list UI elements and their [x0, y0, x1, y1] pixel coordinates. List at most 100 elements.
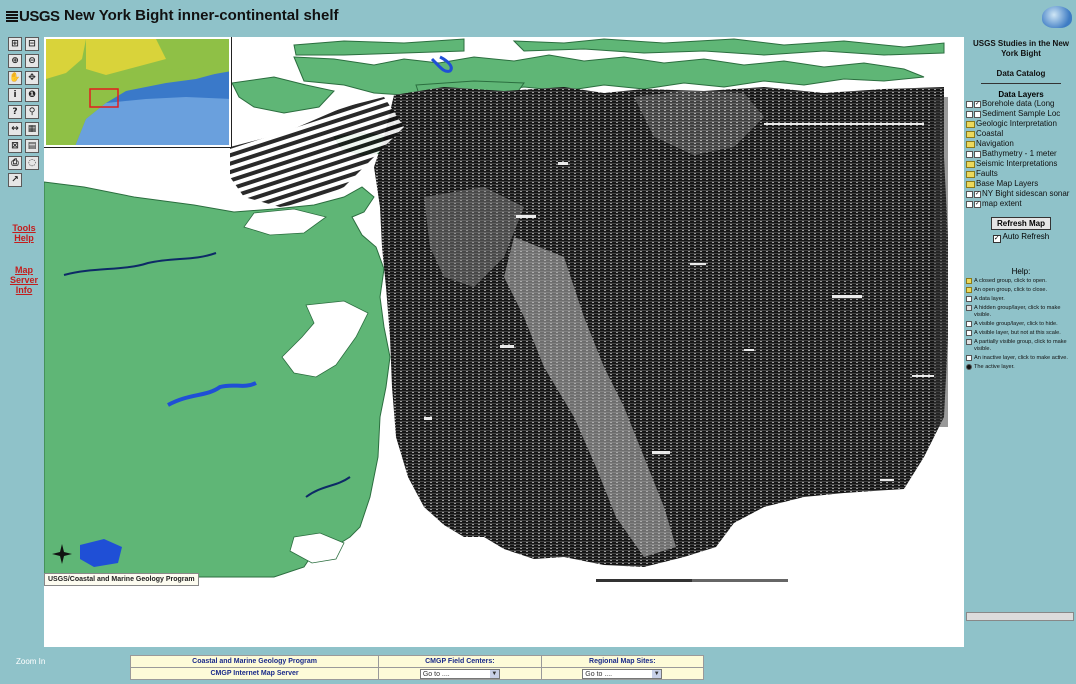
- checkbox-icon[interactable]: ✓: [992, 235, 1001, 243]
- zoom-last-tool[interactable]: ⊖: [25, 54, 39, 68]
- layer-label[interactable]: Faults: [976, 169, 998, 179]
- land-barrier-isles: [293, 38, 945, 56]
- find-tool[interactable]: ⚲: [25, 105, 39, 119]
- folder-icon[interactable]: [966, 160, 975, 168]
- query-tool[interactable]: ?: [8, 105, 22, 119]
- layer-list: ✓ Borehole data (Long Sediment Sample Loc G…: [966, 99, 1076, 209]
- print-tool[interactable]: ⎙: [8, 156, 22, 170]
- help-item-text: A visible group/layer, click to hide.: [974, 321, 1058, 327]
- layer-label[interactable]: Sediment Sample Loc: [982, 109, 1060, 119]
- help-item: A hidden group/layer, click to make visi…: [966, 305, 1076, 319]
- zoom-in-tool[interactable]: ⊞: [8, 37, 22, 51]
- help-item: A visible group/layer, click to hide.: [966, 321, 1076, 328]
- layer-icon[interactable]: [966, 150, 973, 158]
- select-tool[interactable]: ▦: [25, 122, 39, 136]
- visibility-checkbox[interactable]: ✓: [974, 190, 981, 198]
- folder-icon[interactable]: [966, 140, 975, 148]
- usgs-logo[interactable]: USGS: [6, 8, 60, 25]
- visibility-checkbox[interactable]: [974, 150, 981, 158]
- measure-tool[interactable]: ↔: [8, 122, 22, 136]
- globe-icon: [1042, 6, 1072, 28]
- layer-icon[interactable]: [966, 200, 973, 208]
- layer-label[interactable]: Base Map Layers: [976, 179, 1038, 189]
- help-legend-icon: [966, 305, 972, 311]
- layer-row[interactable]: Faults: [966, 169, 1076, 179]
- layer-label[interactable]: Geologic Interpretation: [976, 119, 1057, 129]
- folder-icon[interactable]: [966, 180, 975, 188]
- help-item-text: A partially visible group, click to make…: [974, 339, 1067, 352]
- visibility-checkbox[interactable]: ✓: [974, 100, 981, 108]
- folder-icon[interactable]: [966, 170, 975, 178]
- layer-label[interactable]: map extent: [982, 199, 1022, 209]
- help-item-text: The active layer.: [974, 364, 1015, 370]
- visibility-checkbox[interactable]: ✓: [974, 200, 981, 208]
- buffer-tool[interactable]: ◌: [25, 156, 39, 170]
- usgs-logo-icon: [6, 10, 18, 22]
- layer-row[interactable]: ✓ Borehole data (Long: [966, 99, 1076, 109]
- header-bar: USGS New York Bight inner-continental sh…: [0, 0, 1076, 34]
- help-item-text: An open group, click to close.: [974, 287, 1048, 293]
- layer-label[interactable]: Borehole data (Long: [982, 99, 1055, 109]
- map-server-info-link[interactable]: Map Server Info: [8, 265, 40, 295]
- field-centers-label: CMGP Field Centers:: [378, 655, 542, 668]
- dropdown-arrow-icon[interactable]: ▼: [652, 669, 662, 678]
- layer-row[interactable]: Geologic Interpretation: [966, 119, 1076, 129]
- sonar-edge: [934, 97, 948, 427]
- layer-label[interactable]: Bathymetry - 1 meter: [982, 149, 1057, 159]
- layer-row[interactable]: ✓ NY Bight sidescan sonar: [966, 189, 1076, 199]
- data-catalog-heading: Data Catalog: [996, 69, 1046, 78]
- cmgp-link[interactable]: Coastal and Marine Geology Program: [129, 655, 380, 668]
- help-legend-icon: [966, 339, 972, 345]
- zoom-full-tool[interactable]: ⊕: [8, 54, 22, 68]
- panel-horizontal-scrollbar[interactable]: [966, 612, 1074, 621]
- zoom-out-tool[interactable]: ⊟: [25, 37, 39, 51]
- north-arrow-icon: [52, 544, 72, 564]
- identify-tool[interactable]: i: [8, 88, 22, 102]
- clear-tool[interactable]: ⊠: [8, 139, 22, 153]
- visibility-checkbox[interactable]: [974, 110, 981, 118]
- layer-icon[interactable]: [966, 100, 973, 108]
- legend-tool[interactable]: ▤: [25, 139, 39, 153]
- help-item-text: A data layer.: [974, 296, 1005, 302]
- layer-row[interactable]: Seismic Interpretations: [966, 159, 1076, 169]
- help-item-text: A closed group, click to open.: [974, 278, 1047, 284]
- usgs-logo-text: USGS: [19, 8, 60, 25]
- regional-sites-cell: Go to .... ▼: [540, 667, 705, 680]
- layer-label[interactable]: NY Bight sidescan sonar: [982, 189, 1069, 199]
- folder-icon[interactable]: [966, 130, 975, 138]
- layer-row[interactable]: Sediment Sample Loc: [966, 109, 1076, 119]
- tool-grid: ⊞ ⊟ ⊕ ⊖ ✋ ✥ i ❶? ⚲ ↔ ▦ ⊠ ▤ ⎙ ◌: [8, 37, 40, 170]
- layer-row[interactable]: Navigation: [966, 139, 1076, 149]
- ims-link[interactable]: CMGP Internet Map Server: [129, 667, 380, 680]
- print-map-tool[interactable]: ↗: [8, 173, 22, 187]
- help-legend-icon: [966, 278, 972, 284]
- layer-icon[interactable]: [966, 190, 973, 198]
- refresh-map-button[interactable]: Refresh Map: [990, 217, 1051, 230]
- help-item-text: A hidden group/layer, click to make visi…: [974, 305, 1061, 318]
- layer-label[interactable]: Navigation: [976, 139, 1014, 149]
- data-layers-heading: Data Layers: [998, 90, 1044, 99]
- pan-tool[interactable]: ✋: [8, 71, 22, 85]
- auto-refresh-toggle[interactable]: ✓ Auto Refresh: [966, 232, 1076, 243]
- layer-row[interactable]: ✓ map extent: [966, 199, 1076, 209]
- layer-row[interactable]: Bathymetry - 1 meter: [966, 149, 1076, 159]
- help-legend: A closed group, click to open. An open gr…: [966, 278, 1076, 371]
- help-legend-icon: [966, 321, 972, 327]
- panel-divider: [981, 83, 1061, 84]
- info-tool[interactable]: ❶: [25, 88, 39, 102]
- status-mode: Zoom In: [16, 657, 46, 666]
- layer-icon[interactable]: [966, 110, 973, 118]
- map-view[interactable]: USGS/Coastal and Marine Geology Program: [44, 37, 964, 647]
- layer-row[interactable]: Base Map Layers: [966, 179, 1076, 189]
- regional-sites-select[interactable]: Go to .... ▼: [582, 668, 663, 679]
- dropdown-arrow-icon[interactable]: ▼: [489, 669, 499, 678]
- layer-row[interactable]: Coastal: [966, 129, 1076, 139]
- field-centers-select[interactable]: Go to .... ▼: [419, 668, 500, 679]
- folder-icon[interactable]: [966, 120, 975, 128]
- layer-label[interactable]: Seismic Interpretations: [976, 159, 1057, 169]
- pan-center-tool[interactable]: ✥: [25, 71, 39, 85]
- overview-map-canvas[interactable]: [46, 39, 231, 147]
- layer-label[interactable]: Coastal: [976, 129, 1003, 139]
- tools-help-link[interactable]: Tools Help: [8, 223, 40, 243]
- overview-map[interactable]: [44, 37, 231, 147]
